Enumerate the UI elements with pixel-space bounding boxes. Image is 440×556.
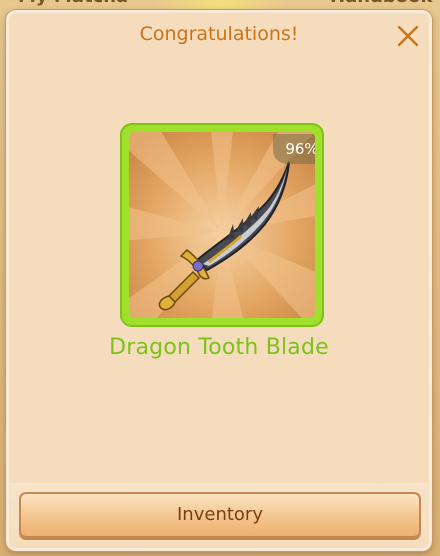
quality-percent-badge: 96% xyxy=(273,134,315,164)
close-button[interactable] xyxy=(395,23,421,49)
item-name: Dragon Tooth Blade xyxy=(109,335,329,360)
reward-dialog: Congratulations! 96 Dragon Tooth Blade I… xyxy=(6,10,432,551)
dialog-title: Congratulations! xyxy=(139,23,299,45)
close-icon xyxy=(397,25,419,47)
item-card: 96% xyxy=(129,132,315,318)
item-frame: 96% xyxy=(120,123,324,327)
inventory-button[interactable]: Inventory xyxy=(19,492,421,538)
